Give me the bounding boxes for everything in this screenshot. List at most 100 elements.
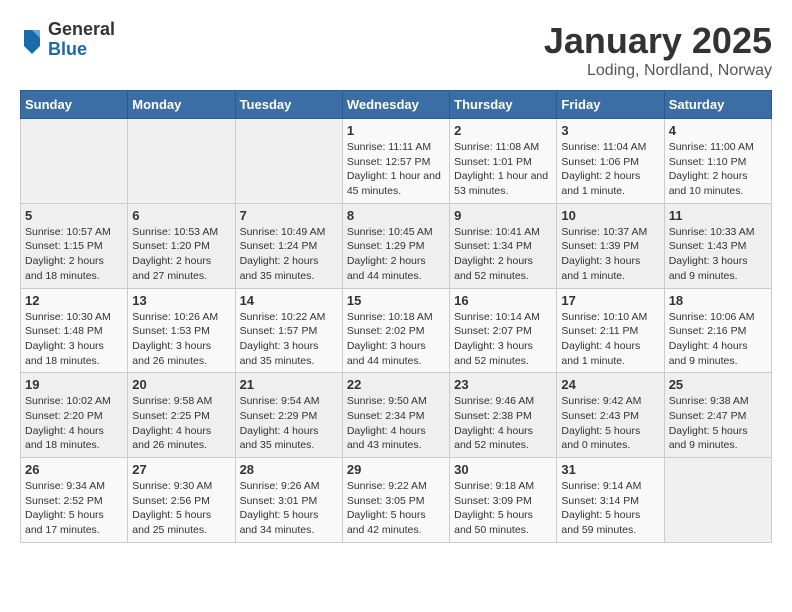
day-cell: 3 Sunrise: 11:04 AM Sunset: 1:06 PM Dayli… (557, 119, 664, 204)
day-cell (128, 119, 235, 204)
weekday-header-monday: Monday (128, 91, 235, 119)
day-content: Sunrise: 11:11 AM Sunset: 12:57 PM Dayli… (347, 140, 445, 199)
day-cell: 5 Sunrise: 10:57 AM Sunset: 1:15 PM Dayli… (21, 203, 128, 288)
day-content: Sunrise: 11:00 AM Sunset: 1:10 PM Daylig… (669, 140, 767, 199)
logo-icon (20, 26, 44, 54)
location-subtitle: Loding, Nordland, Norway (544, 62, 772, 80)
day-number: 7 (240, 208, 338, 223)
day-number: 6 (132, 208, 230, 223)
day-content: Sunrise: 9:50 AM Sunset: 2:34 PM Dayligh… (347, 394, 445, 453)
week-row-3: 12Sunrise: 10:30 AM Sunset: 1:48 PM Dayl… (21, 288, 772, 373)
day-cell: 27Sunrise: 9:30 AM Sunset: 2:56 PM Dayli… (128, 458, 235, 543)
day-content: Sunrise: 10:49 AM Sunset: 1:24 PM Daylig… (240, 225, 338, 284)
day-number: 12 (25, 293, 123, 308)
day-content: Sunrise: 9:22 AM Sunset: 3:05 PM Dayligh… (347, 479, 445, 538)
day-number: 9 (454, 208, 552, 223)
day-number: 25 (669, 377, 767, 392)
weekday-header-thursday: Thursday (450, 91, 557, 119)
day-content: Sunrise: 9:26 AM Sunset: 3:01 PM Dayligh… (240, 479, 338, 538)
day-content: Sunrise: 10:14 AM Sunset: 2:07 PM Daylig… (454, 310, 552, 369)
month-title: January 2025 (544, 20, 772, 62)
day-cell: 17Sunrise: 10:10 AM Sunset: 2:11 PM Dayl… (557, 288, 664, 373)
day-cell (664, 458, 771, 543)
day-cell: 8 Sunrise: 10:45 AM Sunset: 1:29 PM Dayli… (342, 203, 449, 288)
day-content: Sunrise: 9:14 AM Sunset: 3:14 PM Dayligh… (561, 479, 659, 538)
day-number: 21 (240, 377, 338, 392)
day-cell: 11 Sunrise: 10:33 AM Sunset: 1:43 PM Dayl… (664, 203, 771, 288)
day-number: 15 (347, 293, 445, 308)
day-number: 16 (454, 293, 552, 308)
day-cell (235, 119, 342, 204)
page-header: General Blue January 2025 Loding, Nordla… (20, 20, 772, 80)
day-number: 29 (347, 462, 445, 477)
day-cell: 24Sunrise: 9:42 AM Sunset: 2:43 PM Dayli… (557, 373, 664, 458)
day-cell: 29 Sunrise: 9:22 AM Sunset: 3:05 PM Dayli… (342, 458, 449, 543)
day-number: 23 (454, 377, 552, 392)
day-number: 5 (25, 208, 123, 223)
day-content: Sunrise: 10:18 AM Sunset: 2:02 PM Daylig… (347, 310, 445, 369)
day-number: 22 (347, 377, 445, 392)
day-cell: 16 Sunrise: 10:14 AM Sunset: 2:07 PM Dayl… (450, 288, 557, 373)
calendar-table: SundayMondayTuesdayWednesdayThursdayFrid… (20, 90, 772, 543)
day-number: 19 (25, 377, 123, 392)
weekday-header-tuesday: Tuesday (235, 91, 342, 119)
day-cell: 2Sunrise: 11:08 AM Sunset: 1:01 PM Dayli… (450, 119, 557, 204)
day-cell: 14 Sunrise: 10:22 AM Sunset: 1:57 PM Dayl… (235, 288, 342, 373)
week-row-4: 19 Sunrise: 10:02 AM Sunset: 2:20 PM Dayl… (21, 373, 772, 458)
day-cell: 31Sunrise: 9:14 AM Sunset: 3:14 PM Dayli… (557, 458, 664, 543)
day-number: 8 (347, 208, 445, 223)
day-cell: 7 Sunrise: 10:49 AM Sunset: 1:24 PM Dayli… (235, 203, 342, 288)
day-cell: 9 Sunrise: 10:41 AM Sunset: 1:34 PM Dayli… (450, 203, 557, 288)
day-content: Sunrise: 10:22 AM Sunset: 1:57 PM Daylig… (240, 310, 338, 369)
day-cell: 21 Sunrise: 9:54 AM Sunset: 2:29 PM Dayli… (235, 373, 342, 458)
day-cell: 19 Sunrise: 10:02 AM Sunset: 2:20 PM Dayl… (21, 373, 128, 458)
day-number: 3 (561, 123, 659, 138)
day-cell: 13 Sunrise: 10:26 AM Sunset: 1:53 PM Dayl… (128, 288, 235, 373)
day-number: 4 (669, 123, 767, 138)
day-content: Sunrise: 9:54 AM Sunset: 2:29 PM Dayligh… (240, 394, 338, 453)
day-number: 13 (132, 293, 230, 308)
weekday-header-row: SundayMondayTuesdayWednesdayThursdayFrid… (21, 91, 772, 119)
logo-general-text: General (48, 20, 115, 40)
day-number: 20 (132, 377, 230, 392)
day-number: 1 (347, 123, 445, 138)
calendar-body: 1 Sunrise: 11:11 AM Sunset: 12:57 PM Dayl… (21, 119, 772, 543)
day-cell: 10Sunrise: 10:37 AM Sunset: 1:39 PM Dayl… (557, 203, 664, 288)
weekday-header-sunday: Sunday (21, 91, 128, 119)
day-content: Sunrise: 10:57 AM Sunset: 1:15 PM Daylig… (25, 225, 123, 284)
weekday-header-friday: Friday (557, 91, 664, 119)
day-cell: 15 Sunrise: 10:18 AM Sunset: 2:02 PM Dayl… (342, 288, 449, 373)
day-content: Sunrise: 9:34 AM Sunset: 2:52 PM Dayligh… (25, 479, 123, 538)
day-number: 28 (240, 462, 338, 477)
day-number: 18 (669, 293, 767, 308)
day-number: 2 (454, 123, 552, 138)
day-content: Sunrise: 10:06 AM Sunset: 2:16 PM Daylig… (669, 310, 767, 369)
day-content: Sunrise: 10:41 AM Sunset: 1:34 PM Daylig… (454, 225, 552, 284)
day-cell: 23 Sunrise: 9:46 AM Sunset: 2:38 PM Dayli… (450, 373, 557, 458)
day-content: Sunrise: 9:58 AM Sunset: 2:25 PM Dayligh… (132, 394, 230, 453)
logo-blue-text: Blue (48, 40, 115, 60)
day-cell: 1 Sunrise: 11:11 AM Sunset: 12:57 PM Dayl… (342, 119, 449, 204)
weekday-header-saturday: Saturday (664, 91, 771, 119)
day-number: 30 (454, 462, 552, 477)
week-row-5: 26Sunrise: 9:34 AM Sunset: 2:52 PM Dayli… (21, 458, 772, 543)
day-content: Sunrise: 10:33 AM Sunset: 1:43 PM Daylig… (669, 225, 767, 284)
day-cell: 30Sunrise: 9:18 AM Sunset: 3:09 PM Dayli… (450, 458, 557, 543)
day-cell: 22 Sunrise: 9:50 AM Sunset: 2:34 PM Dayli… (342, 373, 449, 458)
day-cell: 18 Sunrise: 10:06 AM Sunset: 2:16 PM Dayl… (664, 288, 771, 373)
day-content: Sunrise: 10:45 AM Sunset: 1:29 PM Daylig… (347, 225, 445, 284)
day-number: 11 (669, 208, 767, 223)
day-content: Sunrise: 10:10 AM Sunset: 2:11 PM Daylig… (561, 310, 659, 369)
day-content: Sunrise: 9:46 AM Sunset: 2:38 PM Dayligh… (454, 394, 552, 453)
day-number: 14 (240, 293, 338, 308)
day-content: Sunrise: 10:02 AM Sunset: 2:20 PM Daylig… (25, 394, 123, 453)
day-number: 10 (561, 208, 659, 223)
week-row-2: 5 Sunrise: 10:57 AM Sunset: 1:15 PM Dayli… (21, 203, 772, 288)
day-cell: 20 Sunrise: 9:58 AM Sunset: 2:25 PM Dayli… (128, 373, 235, 458)
week-row-1: 1 Sunrise: 11:11 AM Sunset: 12:57 PM Dayl… (21, 119, 772, 204)
day-content: Sunrise: 11:04 AM Sunset: 1:06 PM Daylig… (561, 140, 659, 199)
weekday-header-wednesday: Wednesday (342, 91, 449, 119)
day-cell (21, 119, 128, 204)
day-cell: 6Sunrise: 10:53 AM Sunset: 1:20 PM Dayli… (128, 203, 235, 288)
day-content: Sunrise: 10:26 AM Sunset: 1:53 PM Daylig… (132, 310, 230, 369)
